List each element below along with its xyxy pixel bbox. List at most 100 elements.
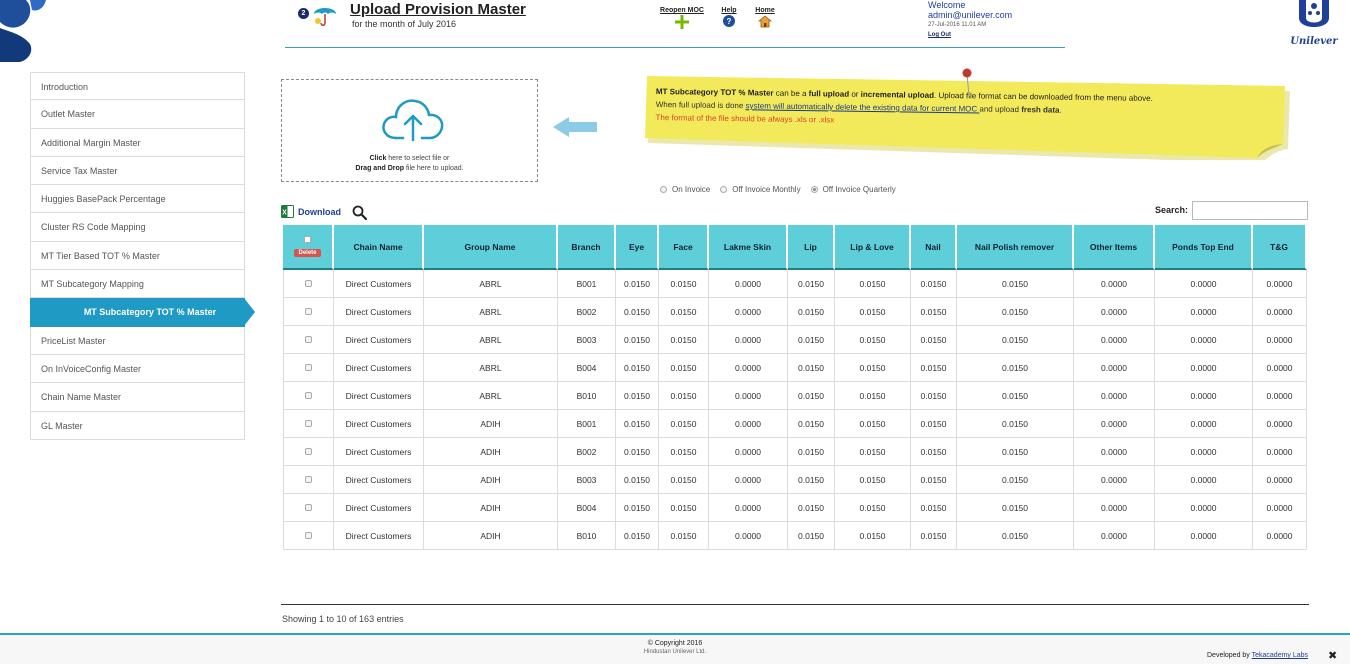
col-header[interactable]: Group Name bbox=[424, 225, 558, 270]
nav-reopen-label: Reopen MOC bbox=[660, 7, 704, 14]
welcome-text: Welcome bbox=[928, 0, 966, 10]
download-button[interactable]: X Download bbox=[281, 205, 341, 218]
sidebar-item-mt-subcategory-tot[interactable]: MT Subcategory TOT % Master bbox=[30, 298, 255, 327]
radio-off-invoice-quarterly[interactable]: Off Invoice Quarterly bbox=[810, 185, 896, 194]
table-cell: 0.0000 bbox=[709, 298, 788, 326]
page-title: Upload Provision Master bbox=[350, 1, 526, 18]
table-row[interactable]: Direct Customers ABRL B004 0.0150 0.0150 0.00… bbox=[283, 354, 1307, 382]
search-input[interactable] bbox=[1192, 201, 1308, 220]
footer: © Copyright 2016 Hindustan Unilever Ltd.… bbox=[0, 633, 1350, 664]
col-header[interactable]: Nail bbox=[911, 225, 957, 270]
sidebar-item-oninvoiceconfig[interactable]: On InVoiceConfig Master bbox=[30, 354, 245, 384]
col-header[interactable]: Lakme Skin bbox=[709, 225, 788, 270]
table-cell: 0.0000 bbox=[1155, 438, 1253, 466]
table-cell: 0.0000 bbox=[709, 438, 788, 466]
sidebar-item-introduction[interactable]: Introduction bbox=[30, 72, 245, 101]
row-checkbox[interactable] bbox=[305, 335, 312, 343]
data-table: Delete Chain Name Group Name Branch Eye … bbox=[283, 225, 1307, 550]
row-checkbox[interactable] bbox=[305, 307, 312, 315]
delete-button[interactable]: Delete bbox=[294, 249, 321, 257]
table-row[interactable]: Direct Customers ADIH B002 0.0150 0.0150 0.00… bbox=[283, 438, 1307, 466]
table-cell: 0.0000 bbox=[1253, 494, 1307, 522]
col-header[interactable]: Chain Name bbox=[334, 225, 424, 270]
row-checkbox[interactable] bbox=[305, 279, 312, 287]
developer-link[interactable]: Tekacademy Labs bbox=[1252, 652, 1308, 659]
table-row[interactable]: Direct Customers ABRL B001 0.0150 0.0150 0.00… bbox=[283, 270, 1307, 298]
logout-link[interactable]: Log Out bbox=[928, 30, 1012, 40]
table-cell: 0.0150 bbox=[957, 438, 1074, 466]
magnifier-icon[interactable] bbox=[352, 205, 367, 220]
table-cell: 0.0150 bbox=[957, 326, 1074, 354]
radio-off-invoice-monthly-dot[interactable] bbox=[720, 186, 728, 193]
select-all-checkbox[interactable] bbox=[304, 236, 311, 243]
copyright-text: Copyright 2016 bbox=[654, 640, 703, 647]
unilever-u-icon bbox=[1299, 0, 1329, 27]
pin-icon bbox=[962, 68, 972, 97]
sidebar-item-mt-subcategory-mapping[interactable]: MT Subcategory Mapping bbox=[30, 270, 245, 299]
row-checkbox[interactable] bbox=[305, 531, 312, 539]
table-row[interactable]: Direct Customers ADIH B010 0.0150 0.0150 0.00… bbox=[283, 522, 1307, 550]
table-cell: 0.0150 bbox=[788, 326, 835, 354]
nav-home[interactable]: Home bbox=[752, 7, 778, 28]
close-icon[interactable]: ✖ bbox=[1328, 649, 1337, 662]
table-cell: 0.0150 bbox=[835, 270, 911, 298]
file-drop-zone[interactable]: Click here to select file or Drag and Dr… bbox=[281, 79, 538, 182]
table-cell: 0.0000 bbox=[1074, 326, 1155, 354]
col-header[interactable]: Lip & Love bbox=[835, 225, 911, 270]
nav-reopen-moc[interactable]: Reopen MOC bbox=[656, 7, 708, 29]
developer-credit: Developed by Tekacademy Labs bbox=[1207, 652, 1308, 659]
page-subtitle: for the month of July 2016 bbox=[352, 19, 457, 29]
table-cell: 0.0000 bbox=[1074, 270, 1155, 298]
col-header[interactable]: Branch bbox=[558, 225, 616, 270]
table-cell: 0.0000 bbox=[1074, 298, 1155, 326]
row-checkbox[interactable] bbox=[305, 419, 312, 427]
col-header[interactable]: Face bbox=[659, 225, 709, 270]
col-header[interactable]: T&G bbox=[1253, 225, 1307, 270]
sidebar-item-service-tax-master[interactable]: Service Tax Master bbox=[30, 156, 245, 186]
sidebar-item-additional-margin-master[interactable]: Additional Margin Master bbox=[30, 128, 245, 157]
sidebar-item-cluster-rs-code[interactable]: Cluster RS Code Mapping bbox=[30, 213, 245, 242]
radio-on-invoice[interactable]: On Invoice bbox=[660, 185, 710, 194]
table-cell: 0.0150 bbox=[835, 438, 911, 466]
nav-help[interactable]: Help ? bbox=[719, 7, 739, 27]
col-header[interactable]: Ponds Top End bbox=[1155, 225, 1253, 270]
row-checkbox[interactable] bbox=[305, 447, 312, 455]
radio-off-invoice-quarterly-dot[interactable] bbox=[810, 186, 818, 193]
radio-on-invoice-dot[interactable] bbox=[660, 186, 667, 193]
table-row[interactable]: Direct Customers ADIH B003 0.0150 0.0150 0.00… bbox=[283, 466, 1307, 494]
sidebar-item-huggies-basepack[interactable]: Huggies BasePack Percentage bbox=[30, 185, 245, 214]
row-checkbox[interactable] bbox=[305, 475, 312, 483]
table-cell: 0.0000 bbox=[709, 522, 788, 550]
col-header[interactable]: Lip bbox=[788, 225, 835, 270]
sidebar-item-chain-name-master[interactable]: Chain Name Master bbox=[30, 383, 245, 412]
table-row[interactable]: Direct Customers ABRL B010 0.0150 0.0150 0.00… bbox=[283, 382, 1307, 410]
table-cell: B003 bbox=[558, 326, 616, 354]
col-header[interactable]: Nail Polish remover bbox=[957, 225, 1074, 270]
nav-help-label: Help bbox=[721, 7, 737, 14]
note-auto-delete: system will automatically delete the exi… bbox=[745, 101, 980, 114]
table-cell: 0.0150 bbox=[788, 298, 835, 326]
table-row[interactable]: Direct Customers ADIH B001 0.0150 0.0150 0.00… bbox=[283, 410, 1307, 438]
table-cell: ABRL bbox=[424, 382, 558, 410]
sidebar-item-outlet-master[interactable]: Outlet Master bbox=[30, 100, 245, 129]
page: 2 Upload Provision Master for the month … bbox=[0, 0, 1350, 664]
table-cell: Direct Customers bbox=[334, 410, 424, 438]
radio-off-invoice-monthly[interactable]: Off Invoice Monthly bbox=[720, 185, 801, 194]
table-row[interactable]: Direct Customers ABRL B002 0.0150 0.0150 0.00… bbox=[283, 298, 1307, 326]
table-cell: 0.0000 bbox=[1074, 438, 1155, 466]
table-cell: 0.0150 bbox=[835, 298, 911, 326]
col-header[interactable]: Eye bbox=[616, 225, 659, 270]
row-checkbox[interactable] bbox=[305, 503, 312, 511]
sidebar-item-pricelist-master[interactable]: PriceList Master bbox=[30, 326, 245, 355]
sidebar-item-gl-master[interactable]: GL Master bbox=[30, 411, 245, 440]
table-row[interactable]: Direct Customers ADIH B004 0.0150 0.0150 0.00… bbox=[283, 494, 1307, 522]
row-checkbox[interactable] bbox=[305, 391, 312, 399]
table-cell: 0.0150 bbox=[957, 382, 1074, 410]
sidebar-item-mt-tier-tot[interactable]: MT Tier Based TOT % Master bbox=[30, 241, 245, 271]
table-cell: 0.0150 bbox=[835, 382, 911, 410]
table-cell: 0.0000 bbox=[1074, 522, 1155, 550]
row-checkbox[interactable] bbox=[305, 363, 312, 371]
table-cell: B010 bbox=[558, 522, 616, 550]
col-header[interactable]: Other Items bbox=[1074, 225, 1155, 270]
table-row[interactable]: Direct Customers ABRL B003 0.0150 0.0150 0.00… bbox=[283, 326, 1307, 354]
